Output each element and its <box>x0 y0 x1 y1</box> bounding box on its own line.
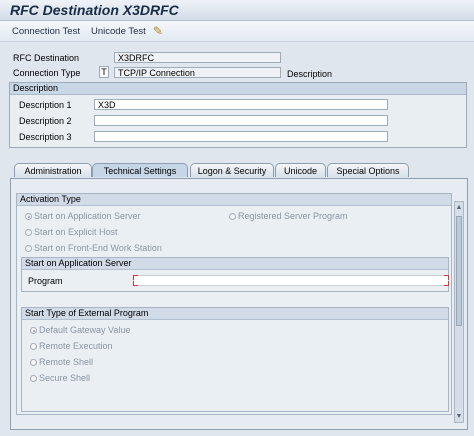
unicode-test-button[interactable]: Unicode Test <box>91 26 146 37</box>
vertical-scrollbar[interactable]: ▲ ▼ <box>454 201 464 423</box>
description-3-field[interactable] <box>94 131 388 142</box>
program-label: Program <box>28 276 63 286</box>
radio-registered-server-program[interactable]: Registered Server Program <box>229 211 348 221</box>
radio-icon <box>30 343 37 350</box>
radio-default-gateway-value[interactable]: Default Gateway Value <box>30 325 130 335</box>
error-marker-icon <box>444 281 449 286</box>
radio-selected-icon <box>30 327 37 334</box>
description-group-title: Description <box>10 83 466 95</box>
description-2-label: Description 2 <box>19 116 72 126</box>
technical-settings-panel: Activation Type Start on Application Ser… <box>10 178 468 430</box>
radio-icon <box>30 375 37 382</box>
tab-administration[interactable]: Administration <box>14 163 92 177</box>
tab-unicode[interactable]: Unicode <box>275 163 326 177</box>
error-marker-icon <box>133 275 138 280</box>
external-program-title: Start Type of External Program <box>22 308 448 320</box>
scrollbar-thumb[interactable] <box>456 216 462 326</box>
description-1-label: Description 1 <box>19 100 72 110</box>
tab-special-options[interactable]: Special Options <box>327 163 409 177</box>
radio-remote-shell[interactable]: Remote Shell <box>30 357 93 367</box>
radio-icon <box>30 359 37 366</box>
radio-secure-shell[interactable]: Secure Shell <box>30 373 90 383</box>
scroll-up-icon[interactable]: ▲ <box>455 203 463 212</box>
description-1-field[interactable]: X3D <box>94 99 388 110</box>
connection-type-description: Description <box>287 69 333 79</box>
scroll-down-icon[interactable]: ▼ <box>455 412 463 421</box>
connection-type-code[interactable]: T <box>99 66 109 78</box>
description-group: Description Description 1 X3D Descriptio… <box>9 82 467 148</box>
error-marker-icon <box>133 281 138 286</box>
activation-type-title: Activation Type <box>17 194 451 206</box>
radio-icon <box>25 229 32 236</box>
window-title: RFC Destination X3DRFC <box>10 2 179 18</box>
radio-start-on-explicit-host[interactable]: Start on Explicit Host <box>25 227 118 237</box>
connection-type-field: TCP/IP Connection <box>114 67 281 78</box>
external-program-group: Start Type of External Program Default G… <box>21 307 449 412</box>
connection-type-label: Connection Type <box>13 68 81 78</box>
program-field[interactable] <box>133 275 449 286</box>
pencil-icon[interactable]: ✎ <box>153 24 167 38</box>
radio-remote-execution[interactable]: Remote Execution <box>30 341 113 351</box>
application-server-title: Start on Application Server <box>22 258 448 270</box>
error-marker-icon <box>444 275 449 280</box>
radio-icon <box>229 213 236 220</box>
title-bar: RFC Destination X3DRFC <box>0 0 474 21</box>
rfc-destination-label: RFC Destination <box>13 53 80 63</box>
connection-test-button[interactable]: Connection Test <box>12 26 80 37</box>
radio-start-on-application-server[interactable]: Start on Application Server <box>25 211 141 221</box>
description-3-label: Description 3 <box>19 132 72 142</box>
activation-type-group: Activation Type Start on Application Ser… <box>16 193 452 415</box>
application-toolbar: Connection Test Unicode Test ✎ <box>0 21 474 42</box>
radio-icon <box>25 245 32 252</box>
radio-start-on-front-end-work-station[interactable]: Start on Front-End Work Station <box>25 243 162 253</box>
rfc-destination-field[interactable]: X3DRFC <box>114 52 281 63</box>
application-server-group: Start on Application Server Program <box>21 257 449 292</box>
tab-technical-settings[interactable]: Technical Settings <box>92 163 188 177</box>
radio-selected-icon <box>25 213 32 220</box>
description-2-field[interactable] <box>94 115 388 126</box>
tab-logon-security[interactable]: Logon & Security <box>190 163 274 177</box>
